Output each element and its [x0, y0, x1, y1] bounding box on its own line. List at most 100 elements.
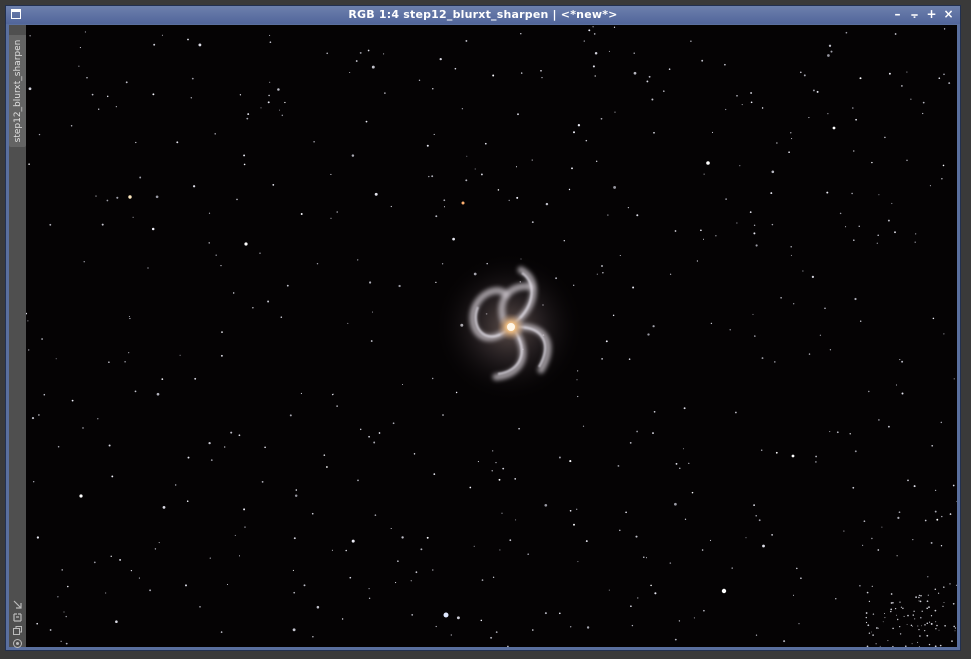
- star: [645, 557, 648, 559]
- star: [876, 627, 878, 629]
- star: [627, 206, 630, 209]
- star: [926, 607, 929, 610]
- star: [267, 101, 270, 104]
- star: [492, 74, 495, 77]
- star: [351, 539, 355, 543]
- star: [312, 636, 314, 638]
- image-window[interactable]: RGB 1:4 step12_blurxt_sharpen | <*new*> …: [5, 5, 961, 651]
- star: [790, 246, 792, 248]
- star: [544, 503, 548, 507]
- star: [930, 615, 933, 617]
- star: [905, 645, 907, 647]
- star: [906, 159, 908, 162]
- star: [234, 534, 236, 536]
- star: [907, 479, 909, 482]
- star: [910, 624, 913, 627]
- star: [27, 320, 29, 322]
- star: [442, 414, 444, 416]
- star: [82, 427, 84, 429]
- title-bar[interactable]: RGB 1:4 step12_blurxt_sharpen | <*new*> …: [6, 6, 960, 24]
- star: [155, 195, 159, 199]
- star: [594, 75, 596, 77]
- star: [646, 80, 649, 83]
- star: [701, 549, 704, 551]
- mask-icon[interactable]: [12, 608, 23, 622]
- star: [879, 645, 881, 647]
- star: [601, 358, 603, 360]
- star: [675, 462, 678, 465]
- star: [278, 109, 281, 111]
- star: [872, 634, 874, 636]
- star: [770, 192, 773, 195]
- star: [711, 131, 714, 133]
- star: [941, 178, 943, 180]
- star: [932, 317, 935, 320]
- star: [745, 537, 747, 539]
- star: [185, 584, 187, 587]
- star: [938, 629, 940, 631]
- star: [83, 261, 85, 263]
- star: [520, 72, 523, 74]
- star: [859, 584, 861, 587]
- star: [608, 589, 610, 591]
- close-button[interactable]: ×: [943, 7, 954, 21]
- star: [336, 405, 338, 407]
- copy-icon[interactable]: [12, 621, 23, 635]
- star: [345, 549, 347, 552]
- star: [55, 358, 57, 360]
- star: [798, 623, 800, 625]
- star: [585, 139, 588, 142]
- star: [865, 616, 867, 619]
- star: [384, 92, 386, 94]
- star: [910, 98, 912, 100]
- star: [652, 432, 654, 435]
- star: [868, 632, 871, 634]
- star: [901, 360, 904, 363]
- star: [128, 352, 130, 354]
- star: [906, 624, 908, 625]
- star: [179, 354, 181, 356]
- star: [93, 561, 96, 564]
- star: [900, 606, 903, 608]
- star: [931, 444, 934, 447]
- star: [709, 539, 712, 541]
- arrow-diagonal-icon[interactable]: [12, 595, 23, 609]
- star: [289, 414, 292, 417]
- star: [816, 90, 819, 93]
- star: [480, 619, 483, 622]
- star: [105, 592, 107, 594]
- star: [930, 541, 933, 544]
- star: [771, 534, 773, 536]
- minimize-button[interactable]: –: [892, 7, 903, 21]
- star: [373, 441, 376, 444]
- star: [531, 221, 534, 224]
- star: [735, 411, 737, 414]
- star: [571, 167, 573, 170]
- star: [688, 462, 690, 465]
- maximize-button[interactable]: +: [926, 7, 937, 21]
- image-canvas[interactable]: [26, 25, 957, 647]
- star: [586, 626, 590, 629]
- star: [650, 584, 652, 587]
- star: [819, 334, 822, 336]
- star: [370, 340, 373, 342]
- star: [897, 516, 900, 519]
- view-id-tab[interactable]: step12_blurxt_sharpen: [9, 35, 26, 147]
- star: [724, 63, 726, 66]
- star: [577, 561, 579, 563]
- star: [269, 81, 271, 83]
- target-icon[interactable]: [12, 634, 23, 648]
- star: [49, 223, 52, 226]
- star: [871, 585, 873, 587]
- star: [156, 392, 160, 396]
- star: [700, 229, 702, 232]
- star: [469, 486, 472, 489]
- star: [898, 511, 901, 514]
- star: [277, 88, 280, 91]
- star: [877, 627, 879, 629]
- star: [914, 241, 916, 243]
- shade-button[interactable]: ⨪: [909, 7, 920, 21]
- star: [220, 354, 223, 357]
- star: [443, 199, 446, 202]
- star: [43, 393, 46, 396]
